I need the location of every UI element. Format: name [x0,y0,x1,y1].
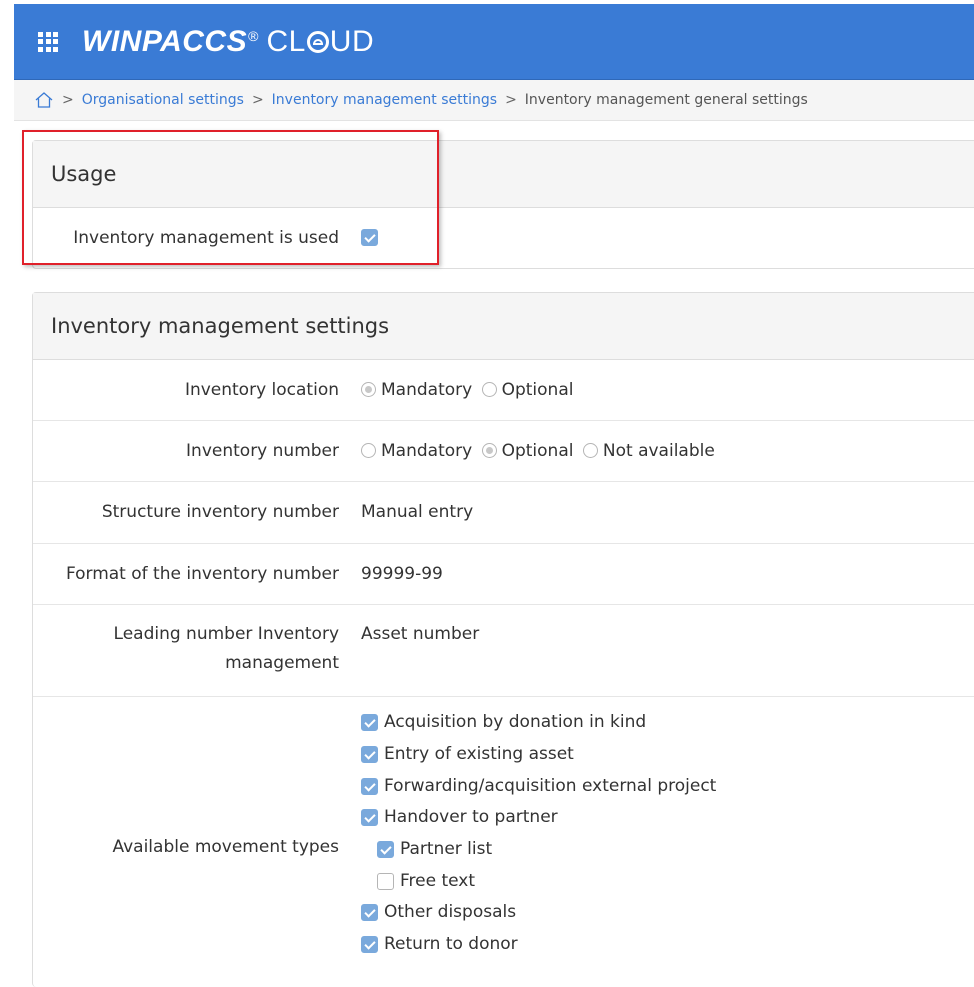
breadcrumb-separator: > [62,92,74,108]
movement-types-row: Available movement types Acquisition by … [33,697,974,987]
movement-type-checkbox[interactable] [377,841,394,859]
movement-type-label: Partner list [400,839,493,860]
movement-type-checkbox[interactable] [361,904,378,922]
movement-type-label: Free text [400,870,476,891]
breadcrumb-separator: > [505,92,517,108]
logo-cloud: CL UD [266,25,374,59]
movement-type-label: Acquisition by donation in kind [384,712,647,733]
movement-type-checkbox[interactable] [361,746,378,764]
leading-number-value: Asset number [361,624,480,644]
number-mandatory-option[interactable]: Mandatory [361,441,472,461]
location-mandatory-option[interactable]: Mandatory [361,380,472,400]
location-optional-radio[interactable] [481,381,497,397]
number-not-available-radio[interactable] [582,442,598,458]
movement-type-checkbox[interactable] [361,809,378,827]
number-mandatory-radio[interactable] [361,442,376,458]
number-optional-text: Optional [501,440,574,461]
format-label: Format of the inventory number [65,563,339,584]
location-optional-text: Optional [501,379,574,400]
breadcrumb-separator: > [251,92,264,108]
movement-type-item[interactable]: Entry of existing asset [361,739,974,771]
logo-brand: WINPACCS [82,24,248,58]
number-mandatory-text: Mandatory [381,440,473,461]
winpaccs-cloud-logo[interactable]: WINPACCS ® CL UD [82,25,374,59]
movement-type-item[interactable]: Partner list [361,834,974,866]
format-row: Format of the inventory number 99999-99 [33,544,974,605]
movement-type-label: Entry of existing asset [384,744,574,765]
movement-type-label: Forwarding/acquisition external project [384,775,717,796]
cloud-o-icon [306,30,329,53]
movement-type-item[interactable]: Free text [361,865,974,897]
logo-registered-mark: ® [248,27,259,44]
app-grid-icon[interactable] [38,31,58,52]
logo-cloud-suffix: UD [329,24,375,58]
usage-row: Inventory management is used [33,208,974,268]
movement-type-label: Other disposals [384,902,517,923]
inventory-used-label: Inventory management is used [73,227,339,248]
breadcrumb-organisational-settings[interactable]: Organisational settings [82,92,244,108]
movement-types-list: Acquisition by donation in kind Entry of … [361,707,974,961]
location-optional-option[interactable]: Optional [481,379,574,400]
inventory-number-label: Inventory number [186,440,339,461]
movement-type-item[interactable]: Forwarding/acquisition external project [361,770,974,802]
movement-type-checkbox[interactable] [361,714,378,732]
usage-panel: Usage Inventory management is used [32,140,974,269]
number-optional-radio[interactable] [481,442,497,458]
number-not-available-text: Not available [602,440,715,461]
number-optional-option[interactable]: Optional [481,440,574,461]
movement-type-item[interactable]: Other disposals [361,897,974,929]
movement-type-item[interactable]: Handover to partner [361,802,974,834]
location-mandatory-radio[interactable] [361,381,376,397]
inventory-number-row: Inventory number Mandatory Optional Not … [33,421,974,482]
movement-type-item[interactable]: Acquisition by donation in kind [361,707,974,739]
leading-number-label: Leading number Inventory management [113,624,339,673]
inventory-used-checkbox[interactable] [361,228,378,246]
home-icon[interactable] [34,90,54,110]
movement-type-item[interactable]: Return to donor [361,929,974,961]
structure-row: Structure inventory number Manual entry [33,482,974,544]
location-mandatory-text: Mandatory [381,379,473,400]
usage-panel-title: Usage [33,141,974,208]
number-not-available-option[interactable]: Not available [582,440,715,461]
inventory-settings-panel: Inventory management settings Inventory … [32,292,974,987]
structure-value: Manual entry [361,502,474,522]
inventory-location-row: Inventory location Mandatory Optional [33,360,974,421]
top-bar: WINPACCS ® CL UD [14,4,974,80]
format-value: 99999-99 [361,563,443,584]
movement-type-label: Handover to partner [384,807,558,828]
breadcrumb: > Organisational settings > Inventory ma… [14,80,974,121]
breadcrumb-inventory-management-settings[interactable]: Inventory management settings [272,92,497,108]
movement-types-label: Available movement types [112,836,339,857]
movement-type-checkbox[interactable] [377,872,394,890]
leading-number-row: Leading number Inventory management Asse… [33,605,974,697]
inventory-location-label: Inventory location [184,379,339,400]
movement-type-checkbox[interactable] [361,936,378,954]
movement-type-label: Return to donor [384,934,518,955]
movement-type-checkbox[interactable] [361,777,378,795]
logo-cloud-prefix: CL [266,24,306,58]
breadcrumb-current: Inventory management general settings [524,92,808,108]
structure-label: Structure inventory number [101,502,339,522]
settings-panel-title: Inventory management settings [33,293,974,360]
